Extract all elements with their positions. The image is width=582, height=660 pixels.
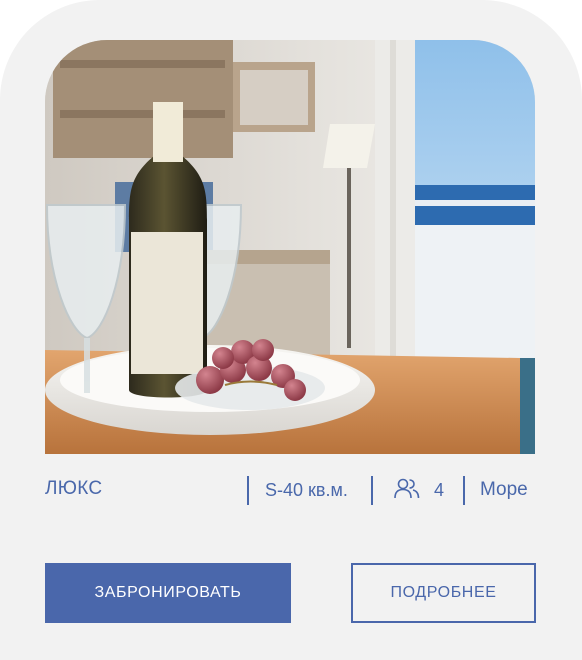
divider	[463, 476, 465, 505]
room-card: ЛЮКС S-40 кв.м. 4 Море ЗАБРОНИРОВАТЬ ПОД…	[0, 0, 582, 660]
book-button[interactable]: ЗАБРОНИРОВАТЬ	[45, 563, 291, 623]
room-info-row: ЛЮКС S-40 кв.м. 4 Море	[45, 470, 535, 510]
room-type-label: ЛЮКС	[45, 478, 103, 499]
divider	[247, 476, 249, 505]
details-button[interactable]: ПОДРОБНЕЕ	[351, 563, 536, 623]
divider	[371, 476, 373, 505]
room-area: S-40 кв.м.	[265, 480, 348, 500]
room-view: Море	[480, 479, 528, 500]
guests-count: 4	[434, 480, 445, 500]
room-photo	[45, 40, 535, 454]
people-icon	[394, 478, 420, 500]
